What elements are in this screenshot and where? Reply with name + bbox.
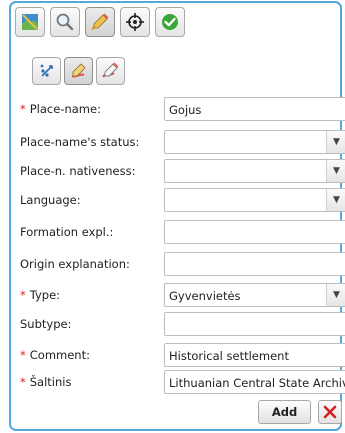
comment-value: Historical settlement bbox=[169, 349, 289, 363]
chevron-down-icon[interactable]: ▼ bbox=[326, 284, 345, 306]
required-marker: * bbox=[20, 348, 26, 362]
move-points-icon bbox=[40, 64, 53, 77]
source-label: * Šaltinis bbox=[20, 375, 71, 389]
target-button[interactable] bbox=[120, 7, 150, 37]
origin-label: Origin explanation: bbox=[20, 257, 130, 271]
move-points-button[interactable] bbox=[32, 57, 61, 85]
confirm-button[interactable] bbox=[155, 7, 185, 37]
row-place-name: * Place-name: Gojus bbox=[14, 97, 345, 121]
place-name-input[interactable]: Gojus bbox=[164, 97, 345, 121]
language-select[interactable]: ▼ bbox=[164, 188, 345, 212]
comment-input[interactable]: Historical settlement bbox=[164, 343, 345, 367]
cancel-button[interactable] bbox=[318, 400, 342, 424]
type-label: * Type: bbox=[20, 288, 60, 302]
row-nativeness: Place-n. nativeness: ▼ bbox=[14, 159, 345, 183]
status-label: Place-name's status: bbox=[20, 135, 140, 149]
edit-button[interactable] bbox=[85, 7, 115, 37]
main-toolbar bbox=[15, 7, 185, 37]
nativeness-label: Place-n. nativeness: bbox=[20, 164, 136, 178]
edit-toolbar bbox=[32, 57, 125, 85]
draw-button[interactable] bbox=[64, 57, 93, 85]
erase-button[interactable] bbox=[96, 57, 125, 85]
map-icon bbox=[22, 14, 38, 30]
chevron-down-icon[interactable]: ▼ bbox=[326, 189, 345, 211]
row-subtype: Subtype: bbox=[14, 312, 345, 336]
type-value: Gyvenvietės bbox=[169, 289, 241, 303]
row-origin: Origin explanation: bbox=[14, 252, 345, 276]
draw-pencil-icon bbox=[71, 63, 86, 78]
required-marker: * bbox=[20, 288, 26, 302]
row-comment: * Comment: Historical settlement bbox=[14, 343, 345, 367]
comment-label-text: Comment: bbox=[29, 348, 90, 362]
zoom-icon bbox=[56, 13, 74, 31]
confirm-check-icon bbox=[162, 14, 178, 30]
chevron-down-icon[interactable]: ▼ bbox=[326, 131, 345, 153]
edit-pencil-icon bbox=[90, 13, 109, 31]
add-button[interactable]: Add bbox=[258, 400, 311, 424]
place-name-label-text: Place-name: bbox=[29, 102, 101, 116]
row-formation: Formation expl.: bbox=[14, 220, 345, 244]
subtype-label: Subtype: bbox=[20, 317, 72, 331]
crosshair-icon bbox=[126, 13, 144, 31]
place-name-value: Gojus bbox=[169, 103, 202, 117]
row-source: * Šaltinis Lithuanian Central State Archi… bbox=[14, 370, 345, 394]
status-select[interactable]: ▼ bbox=[164, 130, 345, 154]
comment-label: * Comment: bbox=[20, 348, 90, 362]
close-x-icon bbox=[323, 405, 337, 419]
language-label: Language: bbox=[20, 193, 81, 207]
nativeness-select[interactable]: ▼ bbox=[164, 159, 345, 183]
origin-input[interactable] bbox=[164, 252, 345, 276]
formation-label: Formation expl.: bbox=[20, 225, 114, 239]
chevron-down-icon[interactable]: ▼ bbox=[326, 160, 345, 182]
source-value: Lithuanian Central State Archives bbox=[169, 376, 345, 390]
row-status: Place-name's status: ▼ bbox=[14, 130, 345, 154]
row-language: Language: ▼ bbox=[14, 188, 345, 212]
type-label-text: Type: bbox=[29, 288, 61, 302]
place-name-label: * Place-name: bbox=[20, 102, 101, 116]
required-marker: * bbox=[20, 375, 26, 389]
map-button[interactable] bbox=[15, 7, 45, 37]
subtype-input[interactable] bbox=[164, 312, 345, 336]
row-type: * Type: Gyvenvietės ▼ bbox=[14, 283, 345, 307]
required-marker: * bbox=[20, 102, 26, 116]
formation-input[interactable] bbox=[164, 220, 345, 244]
source-label-text: Šaltinis bbox=[29, 375, 72, 389]
source-input[interactable]: Lithuanian Central State Archives bbox=[164, 370, 345, 394]
zoom-button[interactable] bbox=[50, 7, 80, 37]
type-select[interactable]: Gyvenvietės ▼ bbox=[164, 283, 345, 307]
erase-pencil-icon bbox=[101, 62, 118, 78]
